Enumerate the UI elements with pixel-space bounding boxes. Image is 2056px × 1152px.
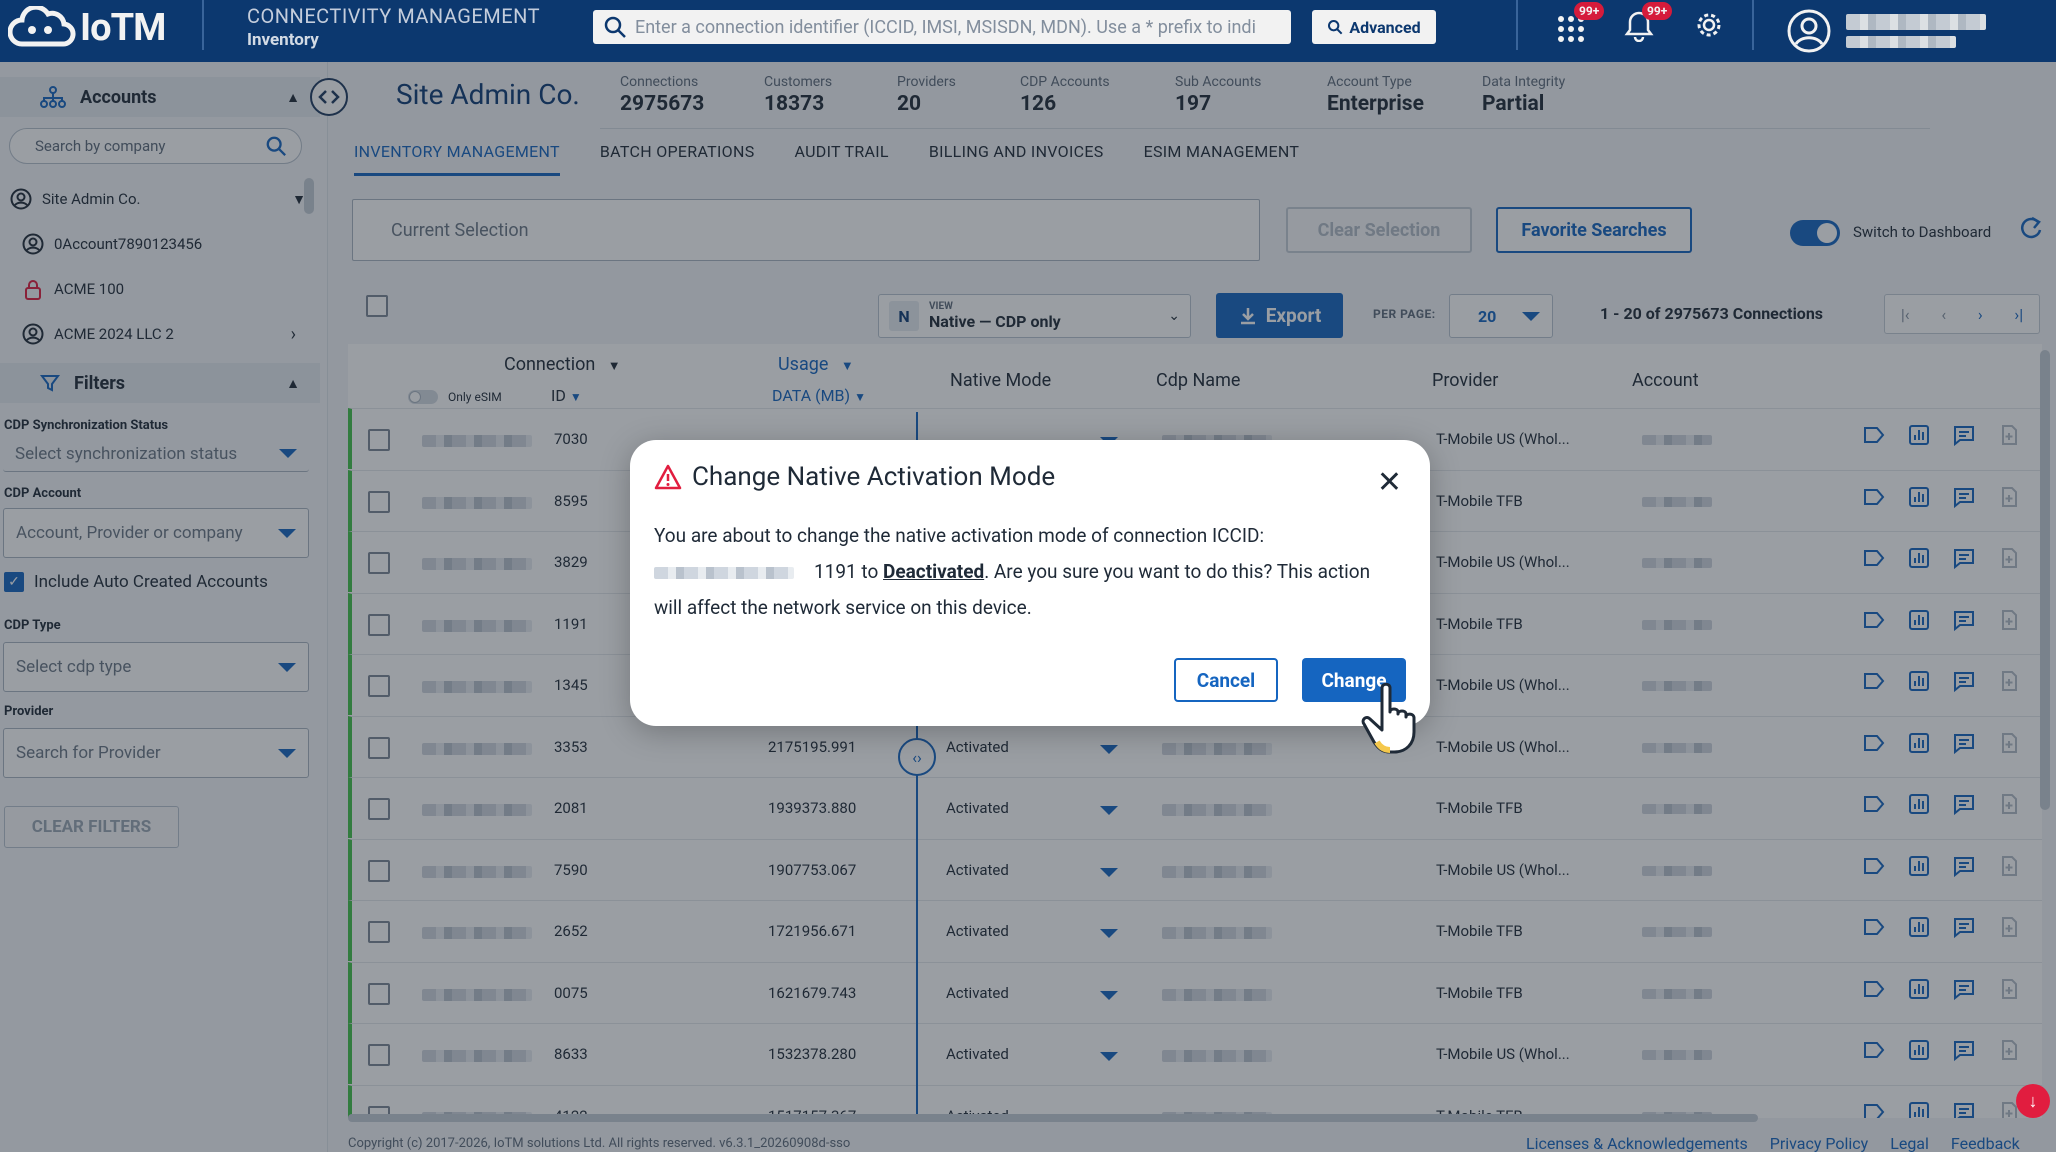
close-icon[interactable]: ✕ [1377, 468, 1402, 498]
message-intro: You are about to change the native activ… [654, 524, 1265, 547]
dialog-title-text: Change Native Activation Mode [692, 462, 1056, 492]
iccid-suffix: 1191 to [814, 560, 879, 583]
dialog-message: You are about to change the native activ… [654, 518, 1394, 626]
dialog-title: Change Native Activation Mode [654, 462, 1055, 492]
iccid-redacted [654, 566, 794, 579]
scroll-down-button[interactable]: ↓ [2016, 1084, 2050, 1118]
change-mode-dialog: Change Native Activation Mode ✕ You are … [630, 440, 1430, 726]
pointer-hand-icon [1361, 682, 1416, 754]
modal-backdrop-top [0, 0, 2056, 62]
target-mode: Deactivated [883, 560, 985, 583]
warning-icon [654, 464, 682, 490]
arrow-down-icon: ↓ [2028, 1090, 2038, 1112]
cancel-button[interactable]: Cancel [1174, 658, 1278, 702]
